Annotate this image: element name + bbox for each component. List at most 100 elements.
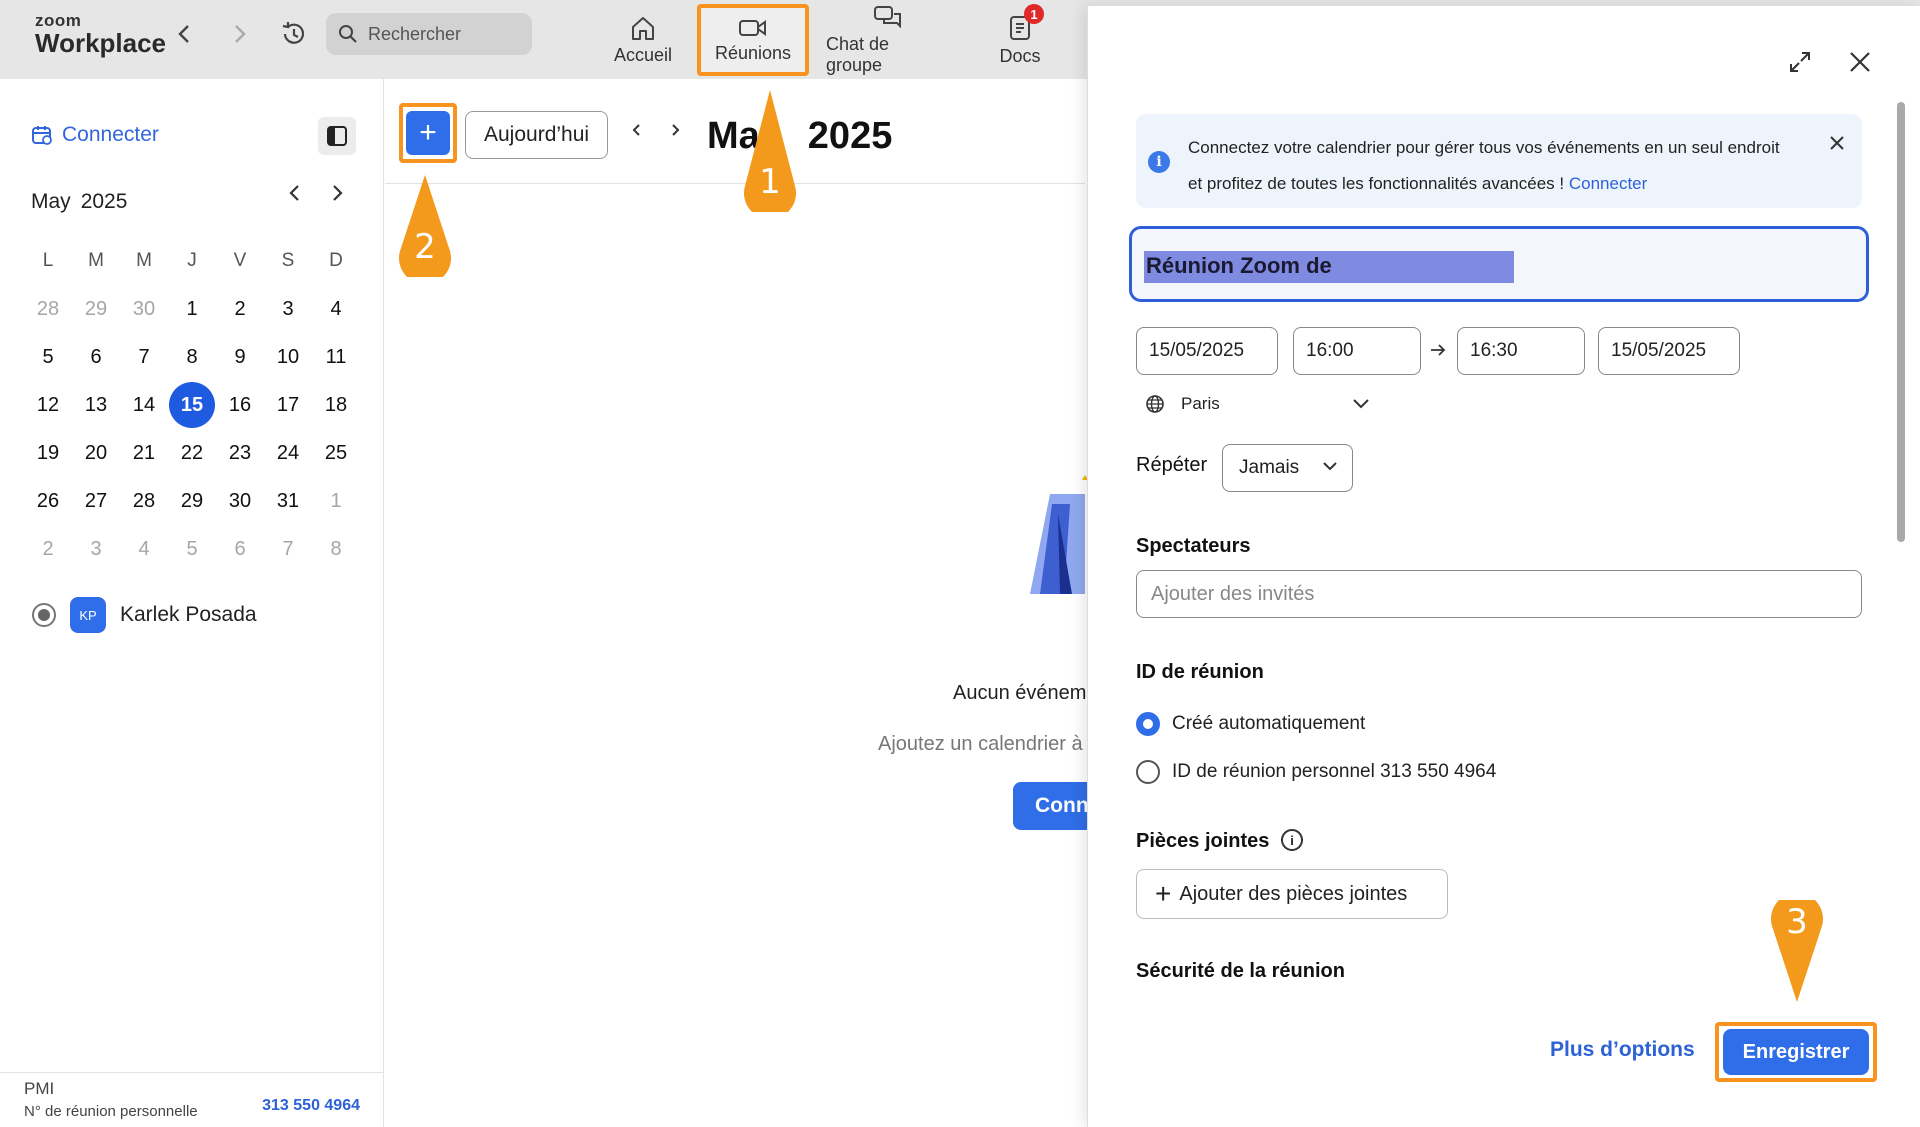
calendar-day[interactable]: 2 <box>216 285 264 333</box>
end-time-field[interactable]: 16:30 <box>1457 327 1585 375</box>
radio-unselected[interactable] <box>1136 760 1160 784</box>
start-time-field[interactable]: 16:00 <box>1293 327 1421 375</box>
timezone-select[interactable]: Paris <box>1145 394 1220 414</box>
next-period-button[interactable] <box>669 121 681 145</box>
pmi-section: PMI N° de réunion personnelle 313 550 49… <box>24 1079 360 1120</box>
close-banner-icon[interactable] <box>1828 134 1846 152</box>
calendar-day[interactable]: 31 <box>264 477 312 525</box>
calendar-day[interactable]: 21 <box>120 429 168 477</box>
back-button[interactable] <box>168 18 200 50</box>
calendar-day[interactable]: 20 <box>72 429 120 477</box>
calendar-day[interactable]: 16 <box>216 381 264 429</box>
tab-label: Docs <box>999 45 1041 66</box>
calendar-day[interactable]: 25 <box>312 429 360 477</box>
calendar-day[interactable]: 1 <box>168 285 216 333</box>
month-year: 2025 <box>80 190 128 213</box>
prev-period-button[interactable] <box>631 121 643 145</box>
calendar-day[interactable]: 4 <box>120 525 168 573</box>
add-attachments-button[interactable]: + Ajouter des pièces jointes <box>1136 869 1448 919</box>
calendar-day[interactable]: 3 <box>264 285 312 333</box>
calendar-day[interactable]: 6 <box>72 333 120 381</box>
meeting-id-auto-option[interactable]: Créé automatiquement <box>1136 712 1365 736</box>
calendar-day[interactable]: 19 <box>24 429 72 477</box>
next-month-button[interactable] <box>330 183 344 209</box>
chevron-down-icon[interactable] <box>1352 398 1370 410</box>
banner-connect-link[interactable]: Connecter <box>1569 174 1647 193</box>
more-options-link[interactable]: Plus d’options <box>1550 1038 1695 1062</box>
tab-chat-de-groupe[interactable]: Chat de groupe <box>826 4 950 76</box>
start-date-field[interactable]: 15/05/2025 <box>1136 327 1278 375</box>
chevron-left-icon <box>632 124 640 136</box>
calendar-day[interactable]: 18 <box>312 381 360 429</box>
calendar-day[interactable]: 5 <box>24 333 72 381</box>
calendar-day[interactable]: 13 <box>72 381 120 429</box>
selected-day: 15 <box>169 382 215 428</box>
calendar-day[interactable]: 8 <box>312 525 360 573</box>
calendar-day[interactable]: 28 <box>24 285 72 333</box>
calendar-day[interactable]: 5 <box>168 525 216 573</box>
calendar-day[interactable]: 9 <box>216 333 264 381</box>
today-button[interactable]: Aujourd’hui <box>465 111 609 159</box>
calendar-day[interactable]: 4 <box>312 285 360 333</box>
calendar-day[interactable]: 8 <box>168 333 216 381</box>
pmi-number[interactable]: 313 550 4964 <box>262 1097 360 1115</box>
calendar-day[interactable]: 12 <box>24 381 72 429</box>
banner-message: Connectez votre calendrier pour gérer to… <box>1188 138 1780 193</box>
close-panel-icon[interactable] <box>1848 50 1872 74</box>
attachments-label: Pièces jointes <box>1136 830 1270 852</box>
calendar-day[interactable]: 27 <box>72 477 120 525</box>
logo-line2: Workplace <box>35 28 167 58</box>
calendar-day[interactable]: 26 <box>24 477 72 525</box>
calendar-day[interactable]: 6 <box>216 525 264 573</box>
collapse-sidebar-button[interactable] <box>318 117 356 155</box>
calendar-day[interactable]: 28 <box>120 477 168 525</box>
search-input[interactable]: Rechercher <box>326 13 532 55</box>
calendar-day[interactable]: 17 <box>264 381 312 429</box>
calendar-day[interactable]: 30 <box>216 477 264 525</box>
end-date-field[interactable]: 15/05/2025 <box>1598 327 1740 375</box>
calendar-visibility-radio[interactable] <box>32 603 56 627</box>
page-title: Ma 2025 <box>707 115 892 158</box>
calendar-day[interactable]: 2 <box>24 525 72 573</box>
expand-icon[interactable] <box>1788 50 1812 74</box>
chevron-left-icon <box>289 185 299 201</box>
meeting-id-personal-option[interactable]: ID de réunion personnel 313 550 4964 <box>1136 760 1496 784</box>
info-icon[interactable]: i <box>1281 829 1303 851</box>
repeat-select[interactable]: Jamais <box>1222 444 1353 492</box>
prev-month-button[interactable] <box>288 183 302 209</box>
tab-docs[interactable]: Docs 1 <box>990 4 1050 76</box>
connect-calendar-banner: i Connectez votre calendrier pour gérer … <box>1136 114 1862 208</box>
calendar-owner-row[interactable]: KP Karlek Posada <box>32 597 257 633</box>
calendar-day[interactable]: 30 <box>120 285 168 333</box>
attendees-input[interactable]: Ajouter des invités <box>1136 570 1862 618</box>
calendar-illustration-icon <box>1030 475 1088 594</box>
history-button[interactable] <box>278 18 310 50</box>
add-meeting-button[interactable]: + <box>406 111 450 155</box>
calendar-day[interactable]: 29 <box>72 285 120 333</box>
calendar-day[interactable]: 1 <box>312 477 360 525</box>
month-name: May <box>31 190 71 213</box>
step-number: 1 <box>759 162 781 202</box>
calendar-day[interactable]: 10 <box>264 333 312 381</box>
meeting-title-input[interactable]: Réunion Zoom de <box>1129 226 1869 302</box>
option-label: ID de réunion personnel 313 550 4964 <box>1172 761 1497 782</box>
forward-button[interactable] <box>224 18 256 50</box>
calendar-day[interactable]: 11 <box>312 333 360 381</box>
calendar-day[interactable]: 24 <box>264 429 312 477</box>
calendar-day[interactable]: 22 <box>168 429 216 477</box>
radio-selected[interactable] <box>1136 712 1160 736</box>
save-button[interactable]: Enregistrer <box>1723 1029 1869 1075</box>
calendar-day[interactable]: 15 <box>168 381 216 429</box>
search-placeholder: Rechercher <box>368 23 462 44</box>
security-label: Sécurité de la réunion <box>1136 960 1345 982</box>
tab-accueil[interactable]: Accueil <box>604 4 682 76</box>
calendar-day[interactable]: 7 <box>264 525 312 573</box>
calendar-day[interactable]: 7 <box>120 333 168 381</box>
tab-reunions[interactable]: Réunions <box>697 4 809 76</box>
connect-calendar-link[interactable]: Connecter <box>30 123 159 147</box>
panel-scrollbar[interactable] <box>1897 102 1905 542</box>
calendar-day[interactable]: 3 <box>72 525 120 573</box>
calendar-day[interactable]: 14 <box>120 381 168 429</box>
calendar-day[interactable]: 23 <box>216 429 264 477</box>
calendar-day[interactable]: 29 <box>168 477 216 525</box>
